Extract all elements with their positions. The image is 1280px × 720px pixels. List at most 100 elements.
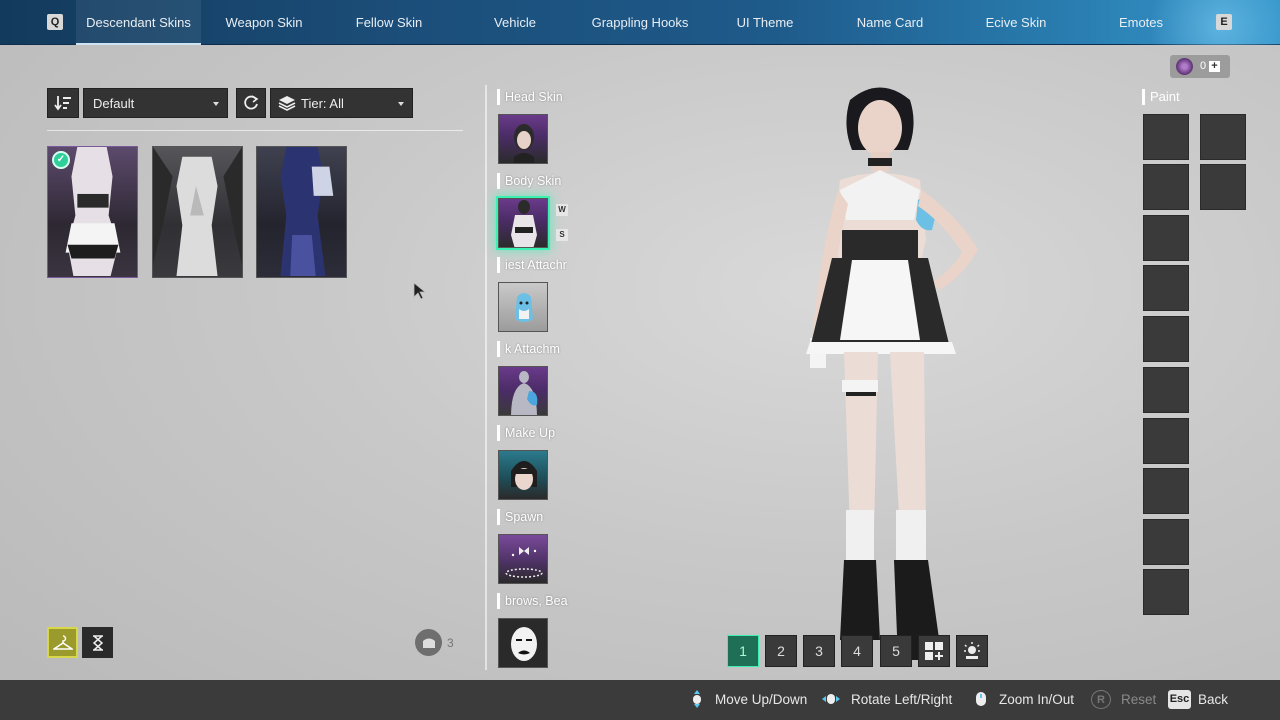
back-button[interactable]: Back	[1198, 692, 1228, 707]
head-skin-icon	[514, 124, 534, 163]
paint-slot[interactable]	[1143, 215, 1189, 261]
reset-filter-button[interactable]	[236, 88, 266, 118]
paint-slot[interactable]	[1143, 164, 1189, 210]
paint-slot[interactable]	[1200, 164, 1246, 210]
tier-dropdown[interactable]: Tier: All	[270, 88, 413, 118]
chevron-down-icon	[398, 102, 404, 106]
back-attachment-slot[interactable]	[498, 366, 548, 416]
mouse-rotate-icon	[822, 694, 840, 704]
sort-order-button[interactable]	[47, 88, 79, 118]
brows-beard-slot[interactable]	[498, 618, 548, 668]
back-attachment-icon	[511, 371, 538, 415]
esc-key: Esc	[1168, 690, 1191, 709]
tab-ui-theme[interactable]: UI Theme	[725, 0, 805, 45]
slot-rail	[485, 85, 487, 670]
reset-button[interactable]: Reset	[1121, 692, 1156, 707]
mouse-move-icon	[693, 690, 701, 708]
slot-label-head: Head Skin	[497, 89, 571, 105]
mouse-wheel-icon	[976, 692, 986, 706]
slot-label-body: Body Skin	[497, 173, 571, 189]
filter-divider	[47, 130, 463, 131]
hint-move: Move Up/Down	[715, 692, 808, 707]
tab-descendant-skins[interactable]: Descendant Skins	[76, 0, 201, 45]
sort-dropdown[interactable]: Default	[83, 88, 228, 118]
grid-add-icon	[925, 642, 943, 660]
hourglass-icon	[92, 634, 103, 651]
add-preset-button[interactable]	[918, 635, 950, 667]
light-bulb-icon	[964, 642, 980, 659]
storage-count: 3	[447, 636, 454, 650]
paint-slot[interactable]	[1143, 265, 1189, 311]
paint-slot[interactable]	[1143, 418, 1189, 464]
paint-slot[interactable]	[1143, 468, 1189, 514]
paint-label: Paint	[1142, 89, 1180, 105]
slot-label-chest: iest Attachr	[497, 257, 571, 273]
sort-value: Default	[93, 96, 135, 111]
face-silhouette-icon	[511, 627, 537, 661]
body-skin-slot[interactable]	[498, 198, 548, 248]
storage-count-icon	[415, 629, 442, 656]
tab-vehicle[interactable]: Vehicle	[480, 0, 550, 45]
chest-attachment-slot[interactable]	[498, 282, 548, 332]
tab-name-card[interactable]: Name Card	[850, 0, 930, 45]
slot-label-makeup: Make Up	[497, 425, 571, 441]
preset-3-button[interactable]: 3	[803, 635, 835, 667]
layers-icon	[278, 96, 296, 111]
chevron-down-icon	[213, 102, 219, 106]
paint-slot[interactable]	[1200, 114, 1246, 160]
tab-weapon-skin[interactable]: Weapon Skin	[214, 0, 314, 45]
skin-card-blue-armor[interactable]	[256, 146, 347, 278]
spawn-slot[interactable]	[498, 534, 548, 584]
slot-label-back: k Attachm	[497, 341, 571, 357]
refresh-icon	[244, 95, 259, 110]
badge-w: W	[556, 204, 568, 216]
makeup-face-icon	[511, 461, 537, 490]
makeup-slot[interactable]	[498, 450, 548, 500]
white-bodysuit-skin-icon	[153, 147, 242, 277]
nav-decoration	[1080, 0, 1280, 45]
preset-1-button[interactable]: 1	[727, 635, 759, 667]
paint-slot[interactable]	[1143, 367, 1189, 413]
body-skin-icon	[511, 200, 537, 247]
spawn-effect-icon	[505, 547, 543, 578]
paint-slot[interactable]	[1143, 569, 1189, 615]
reset-key: R	[1091, 690, 1111, 709]
next-tab-key[interactable]: E	[1216, 14, 1232, 30]
shark-plush-icon	[515, 293, 533, 322]
preset-4-button[interactable]: 4	[841, 635, 873, 667]
tier-value: Tier: All	[301, 96, 344, 111]
outfit-mode-button[interactable]	[47, 627, 78, 658]
currency-amount: 0	[1200, 60, 1207, 72]
slot-label-brows: brows, Bea	[497, 593, 571, 609]
currency-coin-icon	[1176, 58, 1193, 75]
mouse-cursor-icon	[413, 282, 427, 300]
preset-2-button[interactable]: 2	[765, 635, 797, 667]
preset-5-button[interactable]: 5	[880, 635, 912, 667]
footer-bar	[0, 680, 1280, 720]
paint-slot[interactable]	[1143, 114, 1189, 160]
skin-card-white-bodysuit[interactable]	[152, 146, 243, 278]
currency-display: 0 +	[1170, 55, 1230, 78]
hint-zoom: Zoom In/Out	[999, 692, 1075, 707]
head-skin-slot[interactable]	[498, 114, 548, 164]
tab-emotes[interactable]: Emotes	[1112, 0, 1170, 45]
tab-ecive-skin[interactable]: Ecive Skin	[976, 0, 1056, 45]
lighting-button[interactable]	[956, 635, 988, 667]
equipped-check-icon: ✓	[52, 151, 70, 169]
badge-s: S	[556, 229, 568, 241]
prev-tab-key[interactable]: Q	[47, 14, 63, 30]
hanger-icon	[52, 634, 73, 650]
hint-rotate: Rotate Left/Right	[851, 692, 953, 707]
paint-slot[interactable]	[1143, 519, 1189, 565]
skin-card-maid[interactable]: ✓	[47, 146, 138, 278]
tab-grappling-hooks[interactable]: Grappling Hooks	[580, 0, 700, 45]
sort-icon	[54, 96, 71, 111]
slot-label-spawn: Spawn	[497, 509, 571, 525]
chest-icon	[422, 638, 435, 648]
character-model	[806, 87, 978, 660]
blue-armor-skin-icon	[280, 147, 334, 277]
add-currency-icon[interactable]: +	[1209, 61, 1220, 72]
paint-slot[interactable]	[1143, 316, 1189, 362]
history-mode-button[interactable]	[82, 627, 113, 658]
tab-fellow-skin[interactable]: Fellow Skin	[340, 0, 438, 45]
